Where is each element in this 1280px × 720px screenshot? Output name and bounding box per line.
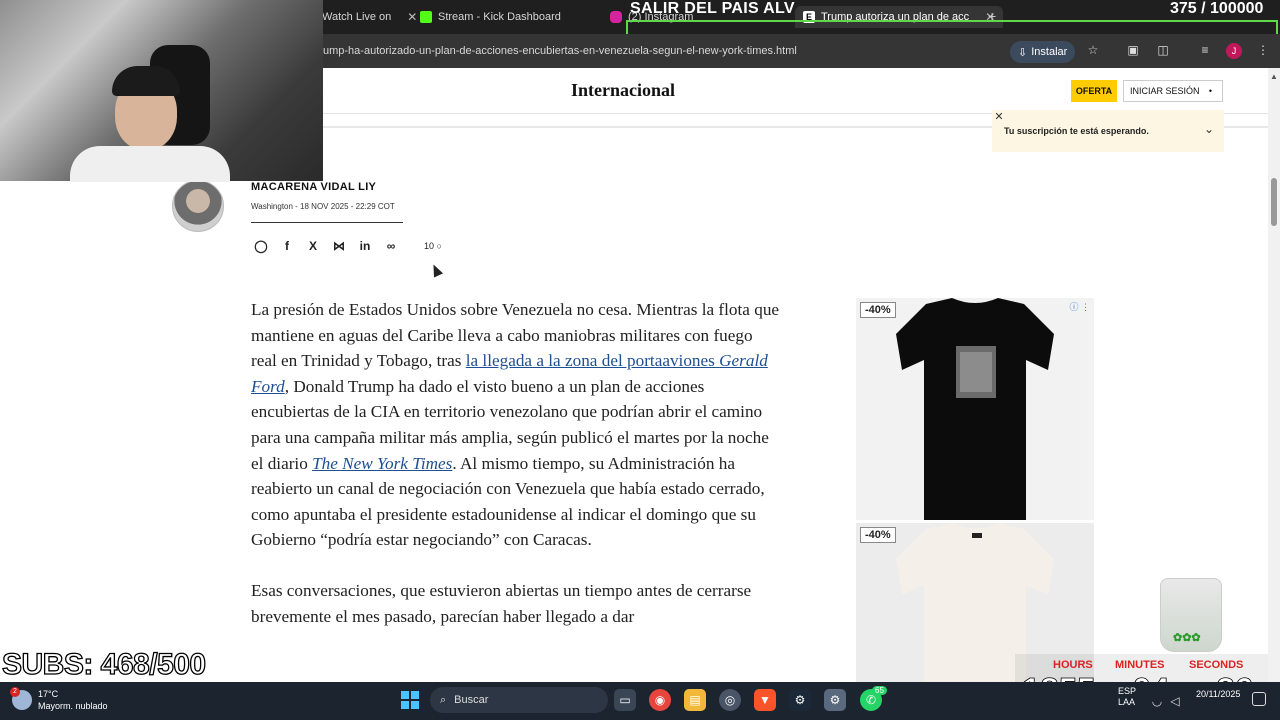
plant-icon: ✿✿✿ — [1173, 632, 1201, 644]
stream-goal-counter: 375 / 100000 — [1170, 0, 1264, 17]
black-tshirt-image — [896, 298, 1054, 520]
extensions-icon[interactable]: ◫ — [1156, 43, 1170, 57]
bookmark-star-icon[interactable]: ☆ — [1086, 43, 1100, 57]
timer-label-hours: HOURS — [1053, 659, 1093, 671]
page-scrollbar[interactable] — [1268, 68, 1280, 682]
bluesky-icon[interactable]: ⋈ — [331, 238, 347, 254]
article-body: La presión de Estados Unidos sobre Venez… — [251, 297, 781, 654]
author-name[interactable]: MACARENA VIDAL LIY — [251, 181, 376, 193]
menu-kebab-icon[interactable]: ⋮ — [1256, 43, 1270, 57]
timer-labels: HOURS MINUTES SECONDS — [1053, 659, 1243, 671]
link-text: la llegada a la zona del portaaviones — [465, 351, 720, 371]
weather-badge: 2 — [10, 687, 20, 697]
weather-condition: Mayorm. nublado — [38, 701, 108, 711]
search-icon: ⌕ — [440, 693, 447, 706]
install-button[interactable]: ⇩ Instalar — [1010, 41, 1076, 63]
windows-start-icon[interactable] — [401, 691, 419, 709]
notification-icon[interactable] — [1252, 692, 1266, 706]
comments-count: 10 — [424, 241, 435, 251]
article-dateline: Washington - 18 NOV 2025 - 22:29 COT — [251, 202, 395, 211]
wifi-icon[interactable]: ◡ — [1150, 694, 1164, 708]
system-clock[interactable]: 20/11/2025 — [1196, 688, 1240, 700]
linkedin-icon[interactable]: in — [357, 238, 373, 254]
reading-list-icon[interactable]: ≡ — [1198, 43, 1212, 57]
instagram-icon — [610, 11, 622, 23]
discount-badge: -40% — [860, 527, 896, 543]
media-icon[interactable]: ▣ — [1126, 43, 1140, 57]
tab-watch-live[interactable]: Watch Live on ✕ — [322, 6, 417, 28]
whatsapp-icon[interactable]: ◯ — [253, 238, 269, 254]
article-paragraph: La presión de Estados Unidos sobre Venez… — [251, 297, 781, 553]
task-view-icon[interactable]: ▭ — [614, 689, 636, 711]
clock-date: 20/11/2025 — [1196, 689, 1241, 699]
comment-bubble-icon: ○ — [436, 241, 442, 251]
temperature: 17°C — [38, 689, 59, 699]
link-icon[interactable]: ∞ — [383, 238, 399, 254]
weather-widget[interactable]: 2 17°C Mayorm. nublado — [10, 687, 108, 712]
scrollbar-thumb[interactable] — [1271, 178, 1277, 226]
timer-label-minutes: MINUTES — [1115, 659, 1165, 671]
brave-icon[interactable]: ▼ — [754, 689, 776, 711]
x-icon[interactable]: X — [305, 238, 321, 254]
install-label: Instalar — [1031, 46, 1068, 58]
login-button[interactable]: INICIAR SESIÓN • — [1123, 80, 1223, 102]
taskbar-search[interactable]: ⌕ Buscar — [430, 687, 608, 713]
chrome-icon[interactable]: ◉ — [649, 689, 671, 711]
tab-label: Watch Live on — [322, 11, 392, 23]
tab-label: Stream - Kick Dashboard — [438, 11, 561, 23]
divider — [251, 222, 403, 223]
article-paragraph: Esas conversaciones, que estuvieron abie… — [251, 580, 752, 626]
stream-title: SALIR DEL PAIS ALV — [630, 0, 795, 17]
facebook-icon[interactable]: f — [279, 238, 295, 254]
discount-badge: -40% — [860, 302, 896, 318]
steam-icon[interactable]: ⚙ — [789, 689, 811, 711]
close-icon[interactable]: ✕ — [407, 10, 417, 24]
timer-label-seconds: SECONDS — [1189, 659, 1244, 671]
scroll-up-icon[interactable]: ▲ — [1270, 72, 1278, 81]
comments-button[interactable]: 10 ○ — [424, 241, 442, 251]
ad-info-icon[interactable]: ⓘ ⋮ — [1069, 300, 1090, 313]
mouse-cursor-icon — [428, 262, 444, 278]
glass-widget: ✿✿✿ — [1160, 578, 1222, 652]
subscription-message: Tu suscripción te está esperando. — [1004, 126, 1149, 136]
whatsapp-badge: 65 — [872, 686, 887, 695]
language-indicator[interactable]: ESP LAA — [1118, 686, 1136, 708]
dropdown-icon: • — [1208, 86, 1212, 96]
streamer-cap — [112, 66, 180, 96]
address-bar[interactable]: ump-ha-autorizado-un-plan-de-acciones-en… — [323, 45, 797, 57]
volume-icon[interactable]: ◁ — [1168, 694, 1182, 708]
webcam-overlay — [0, 0, 323, 182]
subscription-popup[interactable]: ✕ Tu suscripción te está esperando. ⌄ — [992, 110, 1224, 152]
offer-button[interactable]: OFERTA — [1071, 80, 1117, 102]
install-icon: ⇩ — [1018, 46, 1028, 59]
streamer-shirt — [70, 146, 230, 182]
close-icon[interactable]: ✕ — [992, 110, 1006, 124]
search-label: Buscar — [454, 694, 489, 706]
section-title[interactable]: Internacional — [571, 80, 675, 101]
cloud-icon: 2 — [10, 687, 32, 710]
subs-counter: SUBS: 468/500 — [1, 647, 206, 681]
login-label: INICIAR SESIÓN — [1130, 86, 1200, 96]
share-bar: ◯ f X ⋈ in ∞ — [253, 238, 399, 254]
ad-black-tshirt[interactable]: -40% ⓘ ⋮ — [856, 298, 1094, 520]
lang-secondary: LAA — [1118, 697, 1136, 707]
link-nyt[interactable]: The New York Times — [312, 454, 452, 473]
author-avatar[interactable] — [172, 180, 224, 232]
kick-icon — [420, 11, 432, 23]
lang-primary: ESP — [1118, 686, 1137, 696]
chevron-down-icon[interactable]: ⌄ — [1204, 122, 1214, 136]
tab-kick-dashboard[interactable]: Stream - Kick Dashboard ✕ — [420, 6, 623, 28]
windows-taskbar — [0, 682, 1280, 720]
screen: Watch Live on ✕ Stream - Kick Dashboard … — [0, 0, 1280, 720]
settings-gear-icon[interactable]: ⚙ — [824, 689, 846, 711]
profile-avatar[interactable]: J — [1226, 43, 1242, 59]
file-explorer-icon[interactable]: ▤ — [684, 689, 706, 711]
obs-icon[interactable]: ◎ — [719, 689, 741, 711]
